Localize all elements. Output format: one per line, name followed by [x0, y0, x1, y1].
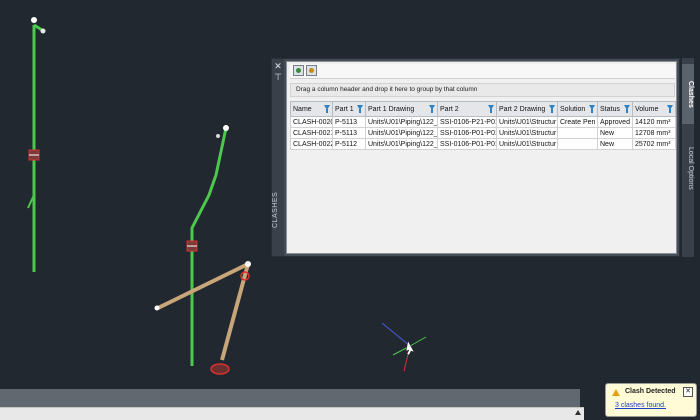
cell-name[interactable]: CLASH-0022 [290, 138, 333, 150]
cell-part2[interactable]: SSI-0106-P01-P01 [437, 138, 497, 150]
cell-solution[interactable]: Create Pen [557, 116, 598, 128]
pipe-left [27, 17, 46, 272]
close-icon[interactable]: ✕ [273, 61, 283, 71]
clashes-found-link[interactable]: 3 clashes found. [615, 402, 666, 409]
filter-icon[interactable] [624, 105, 630, 113]
filter-icon[interactable] [324, 105, 330, 113]
zoom-to-clash-icon[interactable] [293, 65, 304, 76]
grid-header-row: Name Part 1 Part 1 Drawing Part 2 Part 2… [290, 101, 676, 117]
table-row[interactable]: CLASH-0020 P-5113 Units\U01\Piping\122_ … [290, 116, 676, 128]
warning-icon [612, 389, 620, 396]
cell-status[interactable]: New [597, 127, 633, 139]
cell-volume[interactable]: 25702 mm³ [632, 138, 676, 150]
palette-body: Drag a column header and drop it here to… [286, 61, 677, 254]
cell-part1[interactable]: P-5113 [332, 116, 366, 128]
cell-status[interactable]: Approved [597, 116, 633, 128]
tab-local-options[interactable]: Local Options [682, 138, 694, 198]
group-by-panel[interactable]: Drag a column header and drop it here to… [290, 83, 675, 97]
cell-part2-drawing[interactable]: Units\U01\Structur [496, 127, 558, 139]
column-header-part1-drawing[interactable]: Part 1 Drawing [365, 101, 438, 117]
cell-part2-drawing[interactable]: Units\U01\Structur [496, 138, 558, 150]
filter-icon[interactable] [488, 105, 494, 113]
column-header-part2-drawing[interactable]: Part 2 Drawing [496, 101, 558, 117]
horizontal-scrollbar[interactable] [0, 407, 584, 420]
ucs-icon [381, 322, 427, 372]
command-line-bar[interactable] [0, 389, 580, 407]
cell-part1-drawing[interactable]: Units\U01\Piping\122_ [365, 127, 438, 139]
filter-icon[interactable] [667, 105, 673, 113]
scroll-up-icon[interactable] [575, 410, 581, 415]
filter-icon[interactable] [549, 105, 555, 113]
table-row[interactable]: CLASH-0021 P-5113 Units\U01\Piping\122_ … [290, 127, 676, 139]
cell-part2[interactable]: SSI-0106-P01-P01 [437, 127, 497, 139]
filter-icon[interactable] [429, 105, 435, 113]
cell-solution[interactable] [557, 138, 598, 150]
cell-name[interactable]: CLASH-0020 [290, 116, 333, 128]
cell-solution[interactable] [557, 127, 598, 139]
column-header-name[interactable]: Name [290, 101, 333, 117]
palette-side-tabs: Clashes Local Options [682, 58, 694, 257]
column-header-part1[interactable]: Part 1 [332, 101, 366, 117]
cell-name[interactable]: CLASH-0021 [290, 127, 333, 139]
clash-grid: Name Part 1 Part 1 Drawing Part 2 Part 2… [290, 101, 676, 150]
column-header-status[interactable]: Status [597, 101, 633, 117]
pipe-middle [186, 125, 229, 366]
cell-part1[interactable]: P-5113 [332, 127, 366, 139]
cell-part2-drawing[interactable]: Units\U01\Structur [496, 116, 558, 128]
tab-clashes[interactable]: Clashes [682, 64, 694, 124]
palette-toolbar [290, 64, 675, 79]
column-header-part2[interactable]: Part 2 [437, 101, 497, 117]
cell-volume[interactable]: 12708 mm³ [632, 127, 676, 139]
cell-part1-drawing[interactable]: Units\U01\Piping\122_ [365, 116, 438, 128]
refresh-clashes-icon[interactable] [306, 65, 317, 76]
palette-title: CLASHES [272, 191, 279, 229]
cell-part1[interactable]: P-5112 [332, 138, 366, 150]
cell-volume[interactable]: 14120 mm³ [632, 116, 676, 128]
pin-icon[interactable]: ⊤ [273, 72, 283, 82]
filter-icon[interactable] [357, 105, 363, 113]
cell-part2[interactable]: SSI-0106-P21-P01 [437, 116, 497, 128]
column-header-volume[interactable]: Volume [632, 101, 676, 117]
cell-part1-drawing[interactable]: Units\U01\Piping\122_ [365, 138, 438, 150]
palette-title-bar: ✕ ⊤ CLASHES [272, 59, 284, 256]
table-row[interactable]: CLASH-0022 P-5112 Units\U01\Piping\122_ … [290, 138, 676, 150]
clash-notification: Clash Detected ✕ 3 clashes found. [605, 383, 697, 417]
close-icon[interactable]: ✕ [683, 387, 693, 397]
pipe-tan [154, 261, 251, 375]
notification-title: Clash Detected [625, 388, 676, 395]
cell-status[interactable]: New [597, 138, 633, 150]
column-header-solution[interactable]: Solution [557, 101, 598, 117]
clash-palette: ✕ ⊤ CLASHES Drag a column header and dro… [271, 58, 680, 257]
filter-icon[interactable] [589, 105, 595, 113]
